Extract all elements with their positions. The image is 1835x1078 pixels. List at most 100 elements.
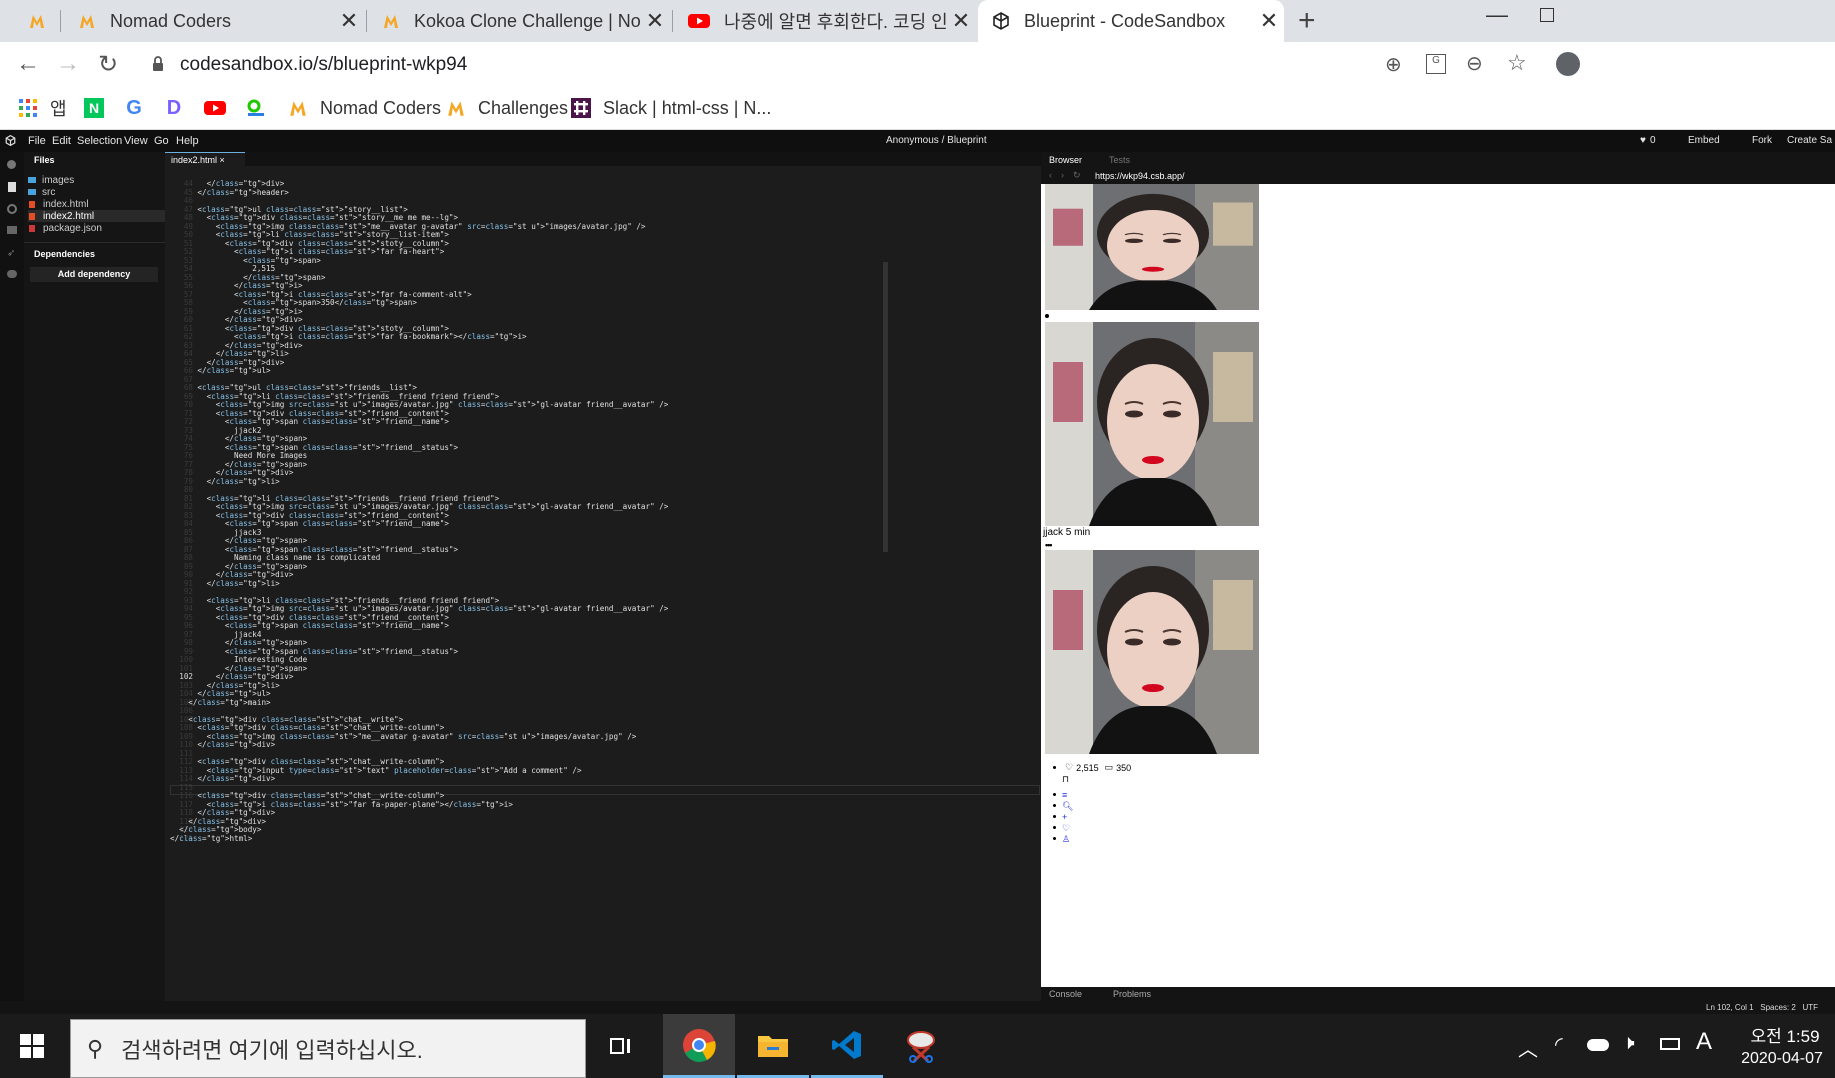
chevron-up-icon[interactable]: ︿ (1518, 1033, 1538, 1062)
code-area[interactable]: 44 </class="tg">div> 45 </class="tg">head… (165, 172, 1041, 1014)
taskbar-search[interactable]: ⚲ 검색하려면 여기에 입력하십시오. (70, 1019, 586, 1078)
snipping-tool-icon[interactable] (885, 1014, 957, 1078)
nav-item-search[interactable]: 🔍︎ (1053, 801, 1073, 812)
back-arrow-icon[interactable]: ← (16, 50, 40, 78)
ide-menubar: File Edit Selection View Go Help Anonymo… (0, 130, 1835, 152)
youtube-icon (204, 101, 226, 115)
menu-selection[interactable]: Selection (77, 135, 122, 147)
folder-src[interactable]: src (28, 186, 165, 198)
story-stats: ♡ 2,515 ▭ 350 (1053, 762, 1131, 773)
nav-item-user[interactable]: ♙ (1053, 834, 1073, 845)
menu-view[interactable]: View (124, 135, 148, 147)
bookmark-daum[interactable]: D (164, 94, 196, 122)
preview-url[interactable]: https://wkp94.csb.app/ (1095, 171, 1185, 181)
console-tab[interactable]: Console (1049, 989, 1082, 999)
file-package-json[interactable]: package.json (28, 222, 165, 234)
bookmark-nomad-coders[interactable]: Nomad Coders (288, 94, 441, 122)
file-index2[interactable]: index2.html (28, 210, 165, 222)
bookmark-slack[interactable]: Slack | html-css | N... (571, 94, 771, 122)
tab-pinned-nomad[interactable] (14, 0, 60, 42)
reload-icon[interactable]: ↻ (1073, 170, 1081, 181)
tab-codesandbox[interactable]: Blueprint - CodeSandbox ✕ (978, 0, 1284, 42)
more-icon[interactable]: ••• (1045, 540, 1053, 550)
users-icon[interactable] (7, 270, 17, 278)
files-header[interactable]: Files (34, 155, 55, 165)
menu-go[interactable]: Go (154, 135, 169, 147)
close-icon[interactable]: ✕ (946, 8, 976, 34)
codesandbox-icon[interactable] (5, 135, 16, 146)
nav-item-add[interactable]: + (1053, 812, 1073, 823)
minimize-icon[interactable]: — (1486, 2, 1508, 28)
tab-browser[interactable]: Browser (1049, 155, 1082, 165)
info-icon[interactable] (7, 160, 16, 169)
tab-youtube[interactable]: 나중에 알면 후회한다. 코딩 인생 ✕ (674, 0, 976, 42)
dependencies-header[interactable]: Dependencies (34, 249, 95, 259)
lock-icon[interactable] (152, 56, 164, 71)
folder-images[interactable]: images (28, 174, 165, 186)
tab-tests[interactable]: Tests (1109, 155, 1130, 165)
speaker-mute-icon[interactable]: 🕨︎ (1622, 1032, 1635, 1055)
star-icon[interactable]: ☆ (1507, 50, 1527, 76)
vscode-icon[interactable] (811, 1014, 883, 1078)
nav-item-heart[interactable]: ♡ (1053, 823, 1073, 834)
maximize-icon[interactable] (1540, 8, 1554, 22)
bookmark-icon[interactable]: ⊓ (1062, 774, 1069, 785)
close-icon[interactable]: × (220, 155, 225, 165)
bookmark-google[interactable]: G (124, 94, 156, 122)
new-tab-plus-icon[interactable]: + (1298, 4, 1316, 38)
forward-arrow-icon[interactable]: → (56, 50, 80, 78)
add-icon[interactable]: ⊕ (1385, 52, 1402, 77)
file-icon[interactable] (8, 182, 16, 192)
url-field[interactable]: codesandbox.io/s/blueprint-wkp94 (180, 54, 467, 76)
menu-help[interactable]: Help (176, 135, 199, 147)
clock-time[interactable]: 오전 1:59 (1740, 1022, 1830, 1047)
avatar[interactable] (1556, 52, 1580, 76)
bookmark-youtube[interactable] (204, 94, 238, 122)
heart-icon[interactable]: ♥ (1640, 135, 1646, 146)
sandbox-title[interactable]: Anonymous / Blueprint (886, 135, 987, 146)
back-arrow-icon[interactable]: ‹ (1049, 170, 1052, 180)
battery-icon[interactable] (1660, 1038, 1680, 1050)
server-icon[interactable] (7, 226, 17, 234)
chrome-taskbar-icon[interactable] (663, 1014, 735, 1078)
bookmark-map[interactable] (246, 94, 278, 122)
menu-file[interactable]: File (28, 135, 46, 147)
file-index[interactable]: index.html (28, 198, 165, 210)
translate-icon[interactable]: G (1426, 54, 1446, 74)
code-line[interactable]: </class="tg">html> (170, 834, 252, 844)
comment-icon[interactable]: ▭ (1105, 762, 1114, 773)
editor-scrollbar[interactable] (883, 262, 888, 552)
problems-tab[interactable]: Problems (1113, 989, 1151, 999)
close-icon[interactable]: ✕ (640, 8, 670, 34)
windows-start-icon[interactable] (20, 1034, 44, 1058)
fork-button[interactable]: Fork (1752, 135, 1772, 146)
network-icon[interactable]: ◜ (1555, 1032, 1563, 1057)
nomad-logo-icon (30, 15, 44, 28)
rocket-icon[interactable]: ➶ (7, 248, 15, 259)
tab-nomad-coders[interactable]: Nomad Coders ✕ (64, 0, 364, 42)
bookmark-naver[interactable]: N (84, 94, 116, 122)
bookmark-apps[interactable]: 앱 (18, 94, 67, 122)
task-view-icon[interactable] (596, 1014, 646, 1078)
naver-icon: N (84, 98, 104, 118)
add-dependency-button[interactable]: Add dependency (30, 267, 158, 282)
embed-button[interactable]: Embed (1688, 135, 1720, 146)
tab-index2[interactable]: index2.html × (165, 152, 245, 166)
file-explorer-icon[interactable] (737, 1014, 809, 1078)
menu-edit[interactable]: Edit (52, 135, 71, 147)
close-icon[interactable]: ✕ (1254, 8, 1284, 34)
create-sandbox-button[interactable]: Create Sa (1787, 135, 1832, 146)
daum-icon: D (166, 97, 182, 119)
forward-arrow-icon[interactable]: › (1061, 170, 1064, 180)
ime-indicator[interactable]: A (1696, 1028, 1712, 1056)
reload-icon[interactable]: ↻ (98, 50, 118, 79)
zoom-out-icon[interactable]: ⊖ (1466, 51, 1483, 76)
clock-date[interactable]: 2020-04-07 (1730, 1050, 1834, 1068)
heart-icon[interactable]: ♡ (1065, 762, 1073, 773)
bookmark-challenges[interactable]: Challenges (446, 94, 568, 122)
nav-item-list[interactable]: ≡ (1053, 790, 1073, 801)
tab-kokoa-clone[interactable]: Kokoa Clone Challenge | Nomad ✕ (368, 0, 670, 42)
close-icon[interactable]: ✕ (334, 8, 364, 34)
gear-icon[interactable] (7, 204, 17, 214)
onedrive-icon[interactable] (1587, 1039, 1609, 1051)
